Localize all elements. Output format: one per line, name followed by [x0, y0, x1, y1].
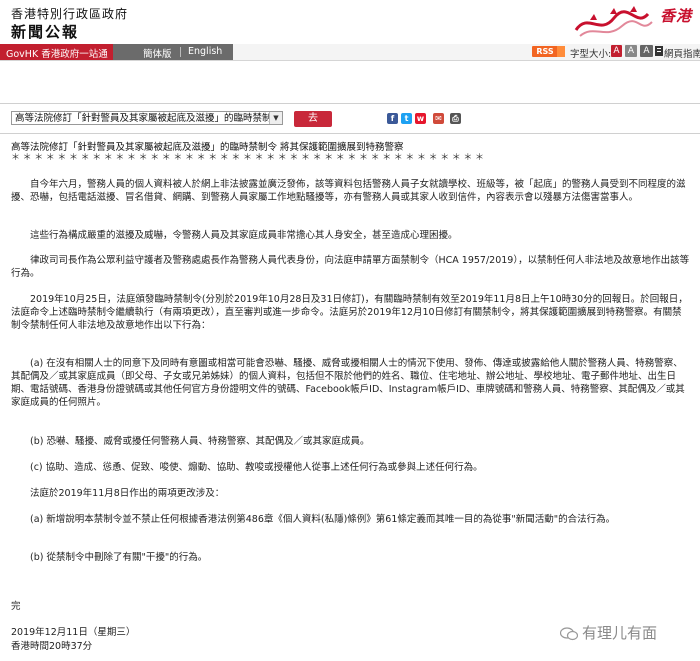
article-paragraph: 這些行為構成嚴重的滋擾及威嚇，令警務人員及其家庭成員非常擔心其人身安全，甚至造成… [11, 230, 458, 241]
title-separator: ＊＊＊＊＊＊＊＊＊＊＊＊＊＊＊＊＊＊＊＊＊＊＊＊＊＊＊＊＊＊＊＊＊＊＊＊＊＊＊＊… [11, 153, 487, 163]
sitemap-link[interactable]: 網頁指南 [664, 46, 700, 60]
english-link[interactable]: English [188, 46, 222, 57]
font-size-small-button[interactable]: A [611, 45, 622, 57]
divider-line [0, 133, 700, 134]
article-paragraph: (a) 新增說明本禁制令並不禁止任何根據香港法例第486章《個人資料(私隱)條例… [11, 514, 616, 525]
sitemap-icon [655, 46, 663, 56]
font-size-label: 字型大小: [570, 49, 612, 60]
article-paragraph: (a) 在沒有相關人士的同意下及同時有意圖或相當可能會恐嚇、騷擾、威脅或擾相關人… [11, 358, 685, 408]
font-size-medium-button[interactable]: A [625, 45, 637, 57]
weibo-icon[interactable]: w [415, 113, 426, 124]
email-icon[interactable]: ✉ [433, 113, 444, 124]
watermark: 有理儿有面 [560, 622, 657, 643]
selected-release-text: 高等法院修訂「針對警員及其家屬被起底及滋擾」的臨時禁制 [15, 113, 272, 124]
twitter-icon[interactable]: t [401, 113, 412, 124]
end-mark: 完 [11, 601, 21, 612]
nav-divider [180, 47, 181, 57]
go-button[interactable]: 去 [294, 111, 332, 127]
article-paragraph: 律政司司長作為公眾利益守護者及警務處處長作為警務人員代表身份，向法庭申請單方面禁… [11, 255, 690, 279]
govhk-link[interactable]: GovHK 香港政府一站通 [6, 46, 108, 60]
brand-hong-kong-logo[interactable]: 香港 [570, 0, 700, 44]
article-paragraph: 法庭於2019年11月8日作出的兩項更改涉及： [11, 488, 225, 499]
brand-text: 香港 [659, 7, 692, 25]
gov-name: 香港特別行政區政府 [11, 7, 129, 21]
wechat-icon [560, 626, 578, 640]
press-release-select[interactable]: 高等法院修訂「針對警員及其家屬被起底及滋擾」的臨時禁制 ▼ [11, 111, 283, 125]
watermark-text: 有理儿有面 [582, 624, 658, 642]
article-paragraph: (b) 從禁制令中刪除了有關"干擾"的行為。 [11, 552, 208, 563]
simplified-chinese-link[interactable]: 簡体版 [143, 46, 172, 60]
article-paragraph: (c) 協助、造成、慫恿、促致、唆使、煽動、協助、教唆或授權他人從事上述任何行為… [11, 462, 483, 473]
article-paragraph: 2019年10月25日，法庭頒發臨時禁制令(分別於2019年10月28日及31日… [11, 294, 688, 331]
site-title[interactable]: 新聞公報 [11, 21, 79, 42]
rss-button[interactable]: RSS [532, 46, 558, 57]
chevron-down-icon: ▼ [269, 112, 282, 124]
rss-feed-icon [557, 46, 565, 57]
divider-line [0, 103, 700, 104]
page-header: 香港特別行政區政府 新聞公報 香港 [0, 0, 700, 44]
font-size-large-button[interactable]: A [640, 45, 653, 57]
article-paragraph: 自今年六月，警務人員的個人資料被人於網上非法披露並廣泛發佈，該等資料包括警務人員… [11, 179, 686, 203]
facebook-icon[interactable]: f [387, 113, 398, 124]
print-icon[interactable]: ⎙ [450, 113, 461, 124]
article-paragraph: (b) 恐嚇、騷擾、威脅或擾任何警務人員、特務警察、其配偶及／或其家庭成員。 [11, 436, 370, 447]
